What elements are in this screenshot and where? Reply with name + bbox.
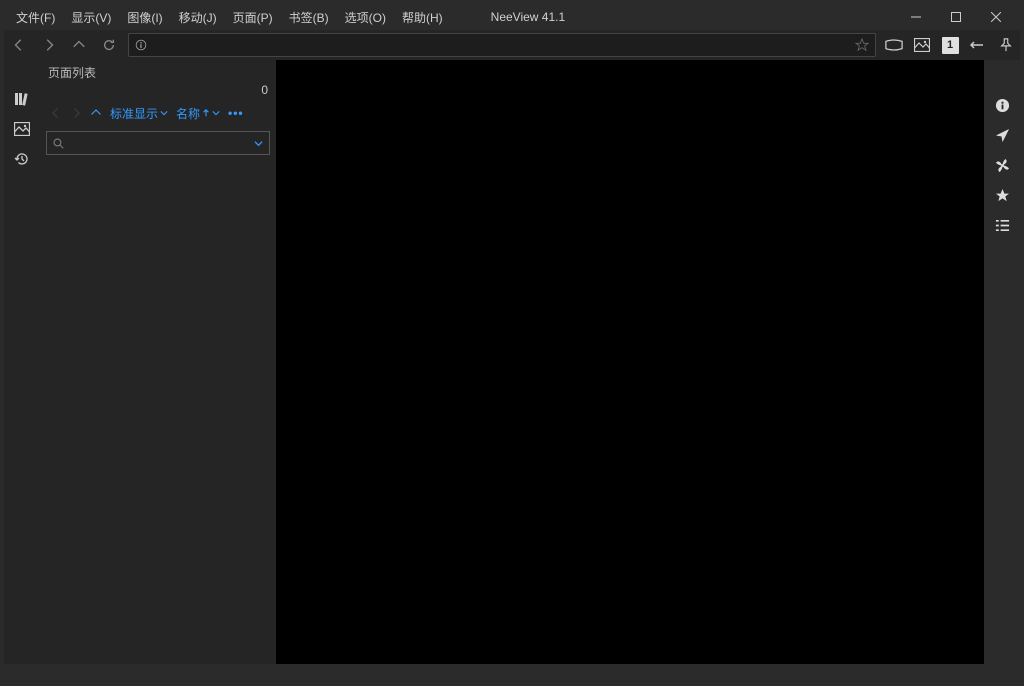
reload-icon [102,38,116,52]
arrow-left-icon [12,38,26,52]
chevron-down-icon [160,109,168,117]
app-title: NeeView 41.1 [491,10,566,24]
display-mode-dropdown[interactable]: 标准显示 [106,105,172,122]
menu-move[interactable]: 移动(J) [171,5,225,30]
books-icon [14,91,30,107]
chevron-down-icon [254,139,263,148]
panorama-icon [885,38,903,52]
ellipsis-icon: ••• [228,106,244,120]
history-icon [14,151,30,167]
address-bar[interactable] [128,33,876,57]
sidebar-back-button[interactable] [46,101,66,125]
minimize-icon [911,12,921,22]
direction-button[interactable] [964,30,992,60]
arrow-left-icon [50,107,62,119]
chevron-down-icon [212,109,220,117]
menu-file[interactable]: 文件(F) [8,5,63,30]
info-icon [135,39,147,51]
star-icon [995,188,1010,203]
list-icon [995,218,1010,233]
menu-image[interactable]: 图像(I) [119,5,170,30]
left-rail [4,60,40,664]
address-input[interactable] [153,38,855,52]
sidebar-header: 页面列表 [40,60,276,81]
page-number-button[interactable]: 1 [936,30,964,60]
right-rail-favorite-button[interactable] [984,180,1020,210]
nav-up-button[interactable] [64,30,94,60]
page-list-panel: 页面列表 0 标准显示 名称 [40,60,276,664]
right-rail-effect-button[interactable] [984,150,1020,180]
panorama-button[interactable] [880,30,908,60]
nav-back-button[interactable] [4,30,34,60]
star-icon [855,38,869,52]
favorite-button[interactable] [855,38,869,52]
sidebar-title: 页面列表 [48,64,268,81]
left-rail-library-button[interactable] [4,84,40,114]
display-mode-label: 标准显示 [110,105,158,122]
arrow-return-icon [970,38,986,52]
right-rail-navigate-button[interactable] [984,120,1020,150]
main-area: 页面列表 0 标准显示 名称 [4,60,1020,664]
nav-forward-button[interactable] [34,30,64,60]
left-rail-picture-button[interactable] [4,114,40,144]
menu-bookmark[interactable]: 书签(B) [281,5,337,30]
toolbar-right-tools: 1 [880,30,1020,60]
info-icon [995,98,1010,113]
menu-page[interactable]: 页面(P) [225,5,281,30]
location-arrow-icon [995,128,1010,143]
search-dropdown-button[interactable] [254,139,263,148]
menu-option[interactable]: 选项(O) [337,5,394,30]
nav-reload-button[interactable] [94,30,124,60]
page-count: 0 [40,81,276,99]
menu-view[interactable]: 显示(V) [63,5,119,30]
arrow-right-icon [42,38,56,52]
fan-icon [995,158,1010,173]
window-maximize-button[interactable] [936,4,976,30]
sort-mode-dropdown[interactable]: 名称 [172,105,224,122]
arrow-right-icon [70,107,82,119]
sidebar-forward-button[interactable] [66,101,86,125]
pin-button[interactable] [992,30,1020,60]
right-rail [984,60,1020,664]
page-number-badge: 1 [942,37,959,54]
arrow-up-icon [72,38,86,52]
search-icon [53,138,64,149]
sidebar-up-button[interactable] [86,101,106,125]
maximize-icon [951,12,961,22]
sidebar-toolbar: 标准显示 名称 ••• [40,99,276,127]
sort-mode-label: 名称 [176,105,200,122]
right-rail-info-button[interactable] [984,90,1020,120]
sort-up-icon [202,109,210,117]
arrow-up-icon [90,107,102,119]
nav-toolbar: 1 [4,30,1020,60]
left-rail-history-button[interactable] [4,144,40,174]
picture-icon [914,38,930,52]
sidebar-search-input[interactable] [68,136,254,150]
sidebar-more-button[interactable]: ••• [224,106,248,120]
menu-help[interactable]: 帮助(H) [394,5,451,30]
window-minimize-button[interactable] [896,4,936,30]
app-window: 文件(F) 显示(V) 图像(I) 移动(J) 页面(P) 书签(B) 选项(O… [4,4,1020,682]
menubar: 文件(F) 显示(V) 图像(I) 移动(J) 页面(P) 书签(B) 选项(O… [4,4,1020,30]
status-bar [4,664,1020,682]
pin-icon [999,38,1013,52]
window-close-button[interactable] [976,4,1016,30]
picture-icon [14,122,30,136]
image-viewer[interactable] [276,60,984,664]
picture-button[interactable] [908,30,936,60]
sidebar-search[interactable] [46,131,270,155]
right-rail-playlist-button[interactable] [984,210,1020,240]
close-icon [991,12,1001,22]
